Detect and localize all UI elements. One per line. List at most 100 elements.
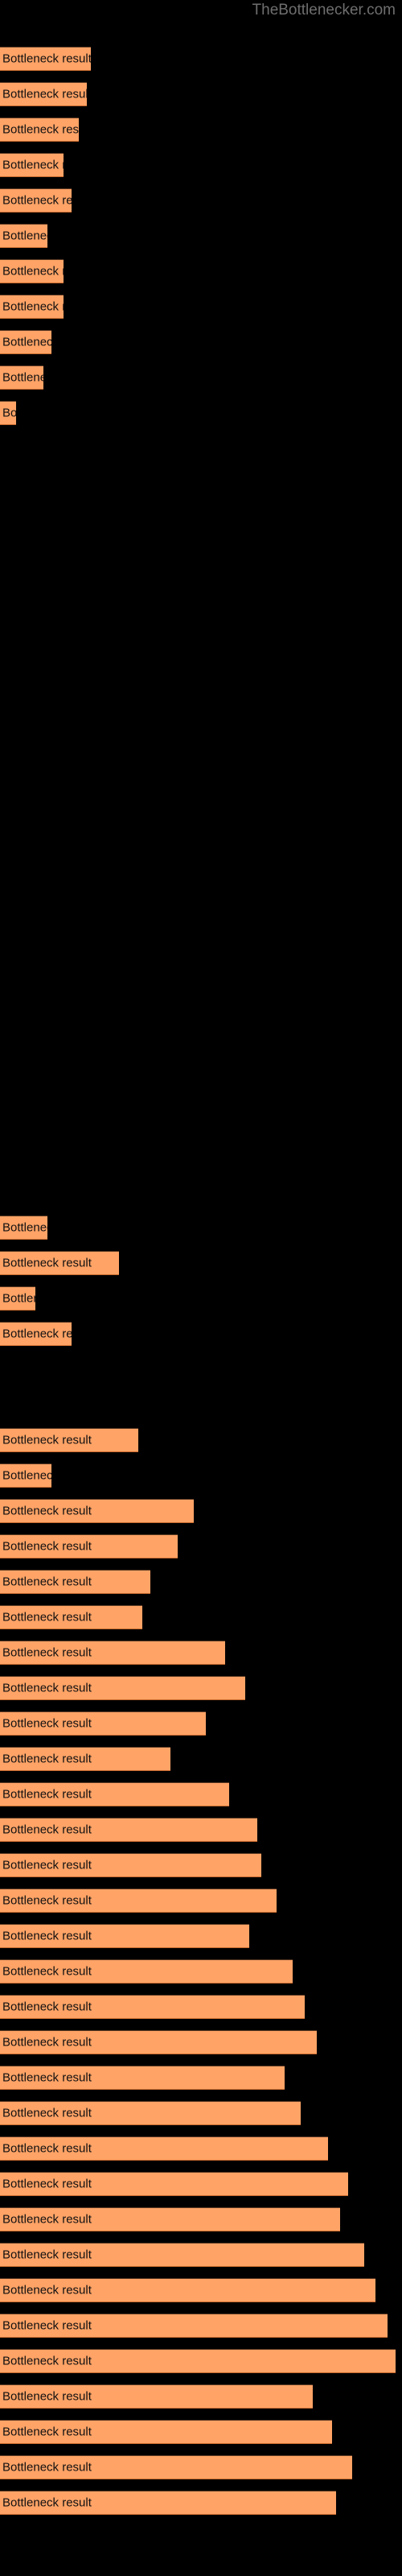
bar[interactable]: Bottleneck result <box>0 2420 333 2444</box>
bar-row: Bottleneck result <box>0 1322 402 1346</box>
bar-row <box>0 472 402 496</box>
bar-row: Bottleneck result <box>0 2207 402 2231</box>
bar-row: Bottleneck result <box>0 1428 402 1452</box>
bar-label: Bottleneck result <box>2 1929 92 1943</box>
bar[interactable]: Bottleneck result <box>0 1747 170 1771</box>
bar-label: Bottleneck result <box>2 1752 92 1766</box>
bar-row: Bottleneck result <box>0 259 402 283</box>
bar[interactable]: Bottleneck result <box>0 2491 337 2515</box>
bar-label: Bottleneck result <box>2 1433 92 1447</box>
bar-row <box>0 578 402 602</box>
bar-row <box>0 1038 402 1063</box>
bar[interactable]: Bottleneck result <box>0 2066 285 2090</box>
bar[interactable]: Bottleneck result <box>0 1534 178 1558</box>
bar[interactable]: Bottleneck result <box>0 365 44 390</box>
bar[interactable]: Bottleneck result <box>0 2455 352 2479</box>
bar[interactable]: Bottleneck result <box>0 401 16 425</box>
bar[interactable]: Bottleneck result <box>0 2278 376 2302</box>
bar-label: Bottleneck result <box>2 1893 92 1908</box>
bar-label: Bottleneck result <box>2 2425 92 2439</box>
bar-row: Bottleneck result <box>0 1711 402 1736</box>
bar-label: Bottleneck result <box>2 2141 92 2156</box>
bar[interactable]: Bottleneck result <box>0 2136 329 2161</box>
bar-row: Bottleneck result <box>0 1251 402 1275</box>
bar-row <box>0 968 402 992</box>
bar-row <box>0 791 402 815</box>
bar[interactable]: Bottleneck result <box>0 1818 257 1842</box>
bar[interactable]: Bottleneck result <box>0 2172 348 2196</box>
bar-label: Bottleneck result <box>2 229 47 243</box>
bar[interactable]: Bottleneck result <box>0 2101 301 2125</box>
bar-row <box>0 649 402 673</box>
bar-row: Bottleneck result <box>0 2420 402 2444</box>
bar-row: Bottleneck result <box>0 47 402 71</box>
bar-label: Bottleneck result <box>2 2354 92 2368</box>
bar-row: Bottleneck result <box>0 1782 402 1806</box>
bar[interactable]: Bottleneck result <box>0 47 92 71</box>
bar[interactable]: Bottleneck result <box>0 188 72 213</box>
bar-label: Bottleneck result <box>2 1327 72 1341</box>
bar[interactable]: Bottleneck result <box>0 1853 261 1877</box>
bar-row <box>0 1180 402 1204</box>
bar[interactable]: Bottleneck result <box>0 1889 277 1913</box>
bar-row: Bottleneck result <box>0 2455 402 2479</box>
bar[interactable]: Bottleneck result <box>0 1711 206 1736</box>
bar[interactable]: Bottleneck result <box>0 1959 293 1984</box>
bar-row: Bottleneck result <box>0 2384 402 2409</box>
bar[interactable]: Bottleneck result <box>0 2384 313 2409</box>
bar[interactable]: Bottleneck result <box>0 1322 72 1346</box>
bar[interactable]: Bottleneck result <box>0 1676 246 1700</box>
bar[interactable]: Bottleneck result <box>0 1428 139 1452</box>
bar-row <box>0 1145 402 1169</box>
bar[interactable]: Bottleneck result <box>0 224 48 248</box>
bar-label: Bottleneck result <box>2 1610 92 1624</box>
bar[interactable]: Bottleneck result <box>0 2207 341 2231</box>
bar[interactable]: Bottleneck result <box>0 82 88 106</box>
bar[interactable]: Bottleneck result <box>0 1924 249 1948</box>
bar-label: Bottleneck result <box>2 335 51 349</box>
bar[interactable]: Bottleneck result <box>0 2030 317 2054</box>
bar[interactable]: Bottleneck result <box>0 1782 230 1806</box>
bar-row: Bottleneck result <box>0 2314 402 2338</box>
bar[interactable]: Bottleneck result <box>0 1463 51 1488</box>
bar-row <box>0 861 402 886</box>
bar-label: Bottleneck result <box>2 1220 47 1235</box>
bar[interactable]: Bottleneck result <box>0 1216 48 1240</box>
bar-row: Bottleneck result <box>0 2491 402 2515</box>
bar-label: Bottleneck result <box>2 2283 92 2297</box>
bar[interactable]: Bottleneck result <box>0 1641 226 1665</box>
bar-label: Bottleneck result <box>2 1539 92 1554</box>
bar[interactable]: Bottleneck result <box>0 1251 119 1275</box>
bar[interactable]: Bottleneck result <box>0 1570 150 1594</box>
bar-row: Bottleneck result <box>0 365 402 390</box>
bar-label: Bottleneck result <box>2 1504 92 1518</box>
bar-label: Bottleneck result <box>2 1787 92 1802</box>
bar[interactable]: Bottleneck result <box>0 153 64 177</box>
bar-label: Bottleneck result <box>2 2389 92 2404</box>
bar[interactable]: Bottleneck result <box>0 118 80 142</box>
bar-row: Bottleneck result <box>0 118 402 142</box>
bar[interactable]: Bottleneck result <box>0 1995 305 2019</box>
bar-label: Bottleneck result <box>2 2035 92 2050</box>
bar[interactable]: Bottleneck result <box>0 1286 36 1311</box>
bar[interactable]: Bottleneck result <box>0 2349 396 2373</box>
bar[interactable]: Bottleneck result <box>0 2243 364 2267</box>
bar-row: Bottleneck result <box>0 1641 402 1665</box>
bar[interactable]: Bottleneck result <box>0 1499 195 1523</box>
bar-row: Bottleneck result <box>0 1605 402 1629</box>
bar-label: Bottleneck result <box>2 87 88 101</box>
bar-row <box>0 613 402 638</box>
bar-label: Bottleneck result <box>2 2106 92 2120</box>
bar-row: Bottleneck result <box>0 295 402 319</box>
bar-row <box>0 720 402 744</box>
bar-row: Bottleneck result <box>0 1676 402 1700</box>
bar[interactable]: Bottleneck result <box>0 259 64 283</box>
bar-label: Bottleneck result <box>2 2460 92 2475</box>
bar-row: Bottleneck result <box>0 1959 402 1984</box>
bar-row: Bottleneck result <box>0 153 402 177</box>
bar[interactable]: Bottleneck result <box>0 295 64 319</box>
bar-row <box>0 436 402 460</box>
bar[interactable]: Bottleneck result <box>0 330 51 354</box>
bar[interactable]: Bottleneck result <box>0 2314 388 2338</box>
bar[interactable]: Bottleneck result <box>0 1605 143 1629</box>
